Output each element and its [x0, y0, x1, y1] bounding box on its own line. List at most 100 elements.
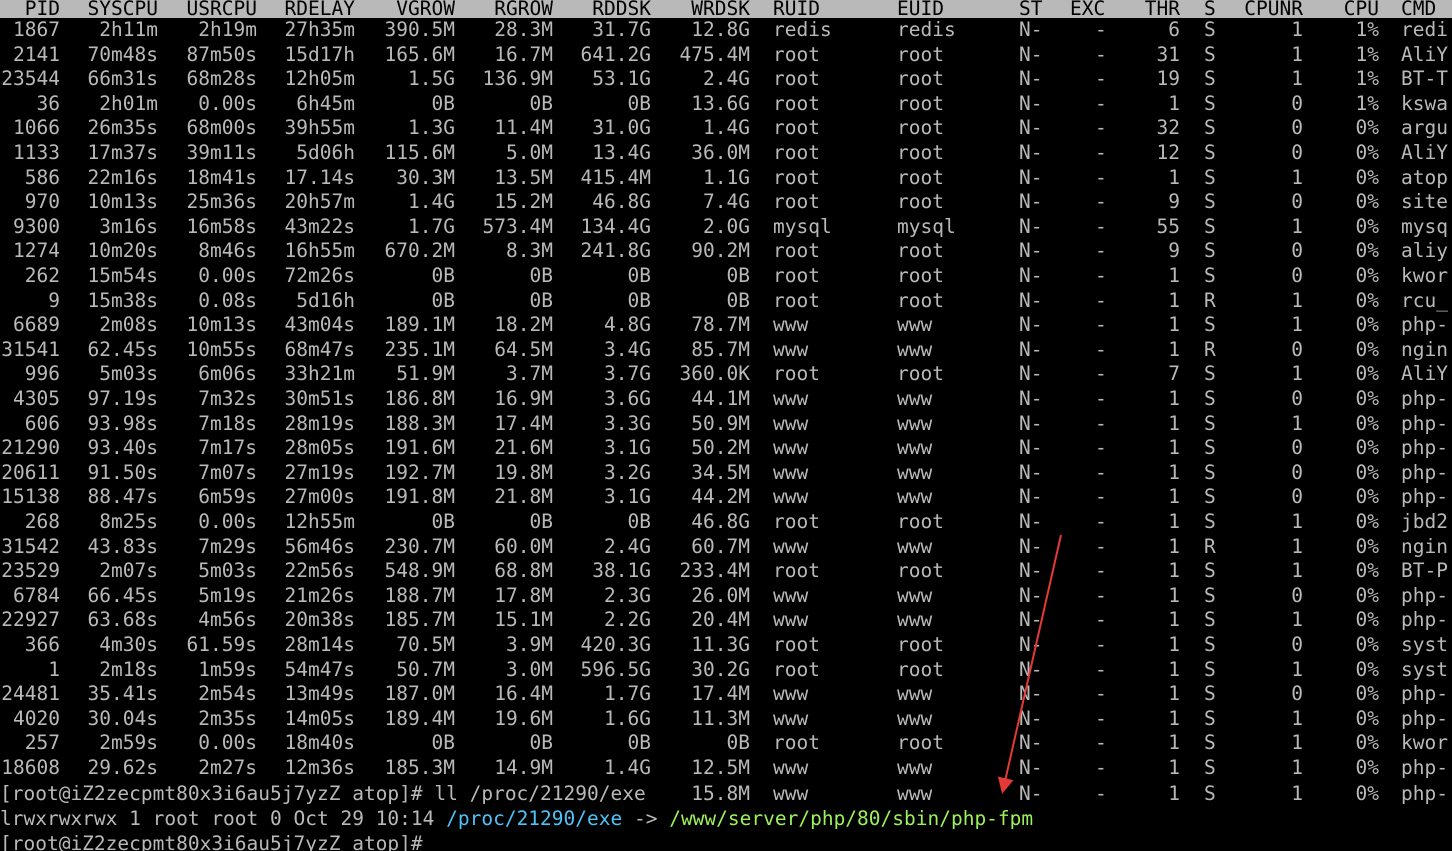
- table-row: 4020 30.04s 2m35s 14m05s 189.4M 19.6M 1.6G 11.3…: [0, 707, 1452, 732]
- cell-usrcpu: 16m58s: [186, 214, 257, 238]
- cell-euid: www: [897, 756, 933, 779]
- cell-usrcpu: 10m55s: [186, 337, 257, 361]
- cell-euid: root: [897, 67, 944, 91]
- cell-rgrow: 16.7M: [494, 42, 553, 66]
- terminal-window[interactable]: PID SYSCPU USRCPU RDELAY VGROW RGROW RDDSK WRDS…: [0, 0, 1452, 851]
- table-row: 262 15m54s 0.00s 72m26s 0B 0B 0B 0B root root N- -1…: [0, 264, 1452, 289]
- cell-cmd: AliY: [1401, 362, 1448, 386]
- cell-cpu: 0%: [1355, 706, 1379, 730]
- cell-usrcpu: 2m35s: [198, 706, 257, 730]
- cell-ruid: root: [773, 510, 820, 533]
- cell-cmd: php-: [1401, 387, 1448, 410]
- cell-st: N-: [1019, 313, 1043, 337]
- cell-rddsk: 3.6G: [604, 387, 651, 410]
- cell-vgrow: 189.1M: [384, 313, 455, 337]
- cell-wrdsk: 11.3G: [691, 633, 750, 656]
- cell-cpu: 0%: [1355, 756, 1379, 779]
- cell-rddsk: 420.3G: [580, 633, 651, 656]
- cell-vgrow: 1.4G: [408, 190, 455, 214]
- table-row: 268 8m25s 0.00s 12h55m 0B 0B 0B 46.8G root root N-…: [0, 510, 1452, 535]
- symlink-target: /www/server/php/80/sbin/php-fpm: [669, 807, 1034, 830]
- cell-rddsk: 0B: [627, 288, 651, 312]
- cell-wrdsk: 360.0K: [679, 362, 750, 386]
- cell-cpu: 0%: [1355, 583, 1379, 607]
- cell-syscpu: 66.45s: [87, 583, 158, 607]
- cell-st: N-: [1019, 485, 1043, 509]
- cell-thr: 9: [1168, 190, 1180, 214]
- shell-prompt[interactable]: [root@iZ2zecpmt80x3i6au5j7yzZ atop]#: [0, 832, 423, 851]
- cell-st: N-: [1019, 411, 1043, 435]
- cell-rgrow: 0B: [529, 264, 553, 287]
- cell-syscpu: 97.19s: [87, 387, 158, 410]
- cell-wrdsk: 60.7M: [691, 534, 750, 558]
- cell-euid: www: [897, 411, 933, 435]
- cell-usrcpu: 0.00s: [198, 731, 257, 755]
- next-prompt-row[interactable]: [root@iZ2zecpmt80x3i6au5j7yzZ atop]#: [0, 832, 1452, 851]
- cell-thr: 1: [1168, 534, 1180, 558]
- cell-usrcpu: 7m17s: [198, 436, 257, 460]
- cell-rgrow: 60.0M: [494, 534, 553, 558]
- cell-rdelay: 18m40s: [284, 731, 355, 755]
- cell-rgrow: 21.6M: [494, 436, 553, 460]
- cell-cpu: 0%: [1355, 214, 1379, 238]
- cell-rgrow: 68.8M: [494, 559, 553, 583]
- command-line-row[interactable]: [root@iZ2zecpmt80x3i6au5j7yzZ atop]# ll …: [0, 782, 1452, 807]
- cell-euid: www: [897, 706, 933, 730]
- cell-rdelay: 5d06h: [296, 141, 355, 164]
- cell-st: N-: [1019, 18, 1043, 41]
- cell-thr: 1: [1168, 608, 1180, 632]
- cell-st: N-: [1019, 657, 1043, 681]
- cell-ruid: www: [773, 436, 809, 460]
- cell-st: N-: [1019, 510, 1043, 533]
- cell-rddsk: 3.1G: [604, 436, 651, 460]
- cell-syscpu: 91.50s: [87, 460, 158, 484]
- cell-ruid: root: [773, 288, 820, 312]
- cell-usrcpu: 5m03s: [198, 559, 257, 583]
- cell-rdelay: 13m49s: [284, 682, 355, 706]
- cell-euid: root: [897, 362, 944, 386]
- cell-cmd: kwor: [1401, 731, 1448, 755]
- cell-vgrow: 51.9M: [396, 362, 455, 386]
- cell-vgrow: 670.2M: [384, 239, 455, 263]
- overwritten-cell-cpu: 0%: [1355, 782, 1379, 805]
- cell-vgrow: 185.3M: [384, 756, 455, 779]
- cell-ruid: root: [773, 165, 820, 189]
- cell-ruid: www: [773, 706, 809, 730]
- cell-cmd: php-: [1401, 682, 1448, 706]
- cell-vgrow: 390.5M: [384, 18, 455, 41]
- cell-rddsk: 241.8G: [580, 239, 651, 263]
- cell-cmd: kswa: [1401, 91, 1448, 115]
- cell-vgrow: 1.7G: [408, 214, 455, 238]
- cell-cpu: 0%: [1355, 264, 1379, 287]
- cell-ruid: root: [773, 116, 820, 140]
- cell-euid: www: [897, 460, 933, 484]
- cell-vgrow: 548.9M: [384, 559, 455, 583]
- cell-euid: www: [897, 387, 933, 410]
- cell-syscpu: 2m07s: [99, 559, 158, 583]
- cell-rddsk: 1.7G: [604, 682, 651, 706]
- cell-cmd: AliY: [1401, 141, 1448, 164]
- table-row: 1133 17m37s 39m11s 5d06h 115.6M 5.0M 13.4G 36.0…: [0, 141, 1452, 166]
- cell-vgrow: 0B: [431, 288, 455, 312]
- cell-wrdsk: 44.1M: [691, 387, 750, 410]
- cell-wrdsk: 50.2M: [691, 436, 750, 460]
- cell-rddsk: 1.4G: [604, 756, 651, 779]
- cell-cpu: 0%: [1355, 116, 1379, 140]
- cell-euid: root: [897, 190, 944, 214]
- cell-cmd: php-: [1401, 436, 1448, 460]
- cell-cpu: 0%: [1355, 731, 1379, 755]
- cell-ruid: www: [773, 534, 809, 558]
- cell-vgrow: 165.6M: [384, 42, 455, 66]
- cell-cmd: BT-T: [1401, 67, 1448, 91]
- cell-rgrow: 19.8M: [494, 460, 553, 484]
- table-row: 1 2m18s 1m59s 54m47s 50.7M 3.0M 596.5G 30.2G roo…: [0, 658, 1452, 683]
- cell-syscpu: 10m13s: [87, 190, 158, 214]
- cell-syscpu: 3m16s: [99, 214, 158, 238]
- cell-thr: 1: [1168, 682, 1180, 706]
- cell-rdelay: 17.14s: [284, 165, 355, 189]
- cell-st: N-: [1019, 141, 1043, 164]
- cell-thr: 1: [1168, 583, 1180, 607]
- cell-usrcpu: 7m07s: [198, 460, 257, 484]
- cell-euid: www: [897, 337, 933, 361]
- cell-rgrow: 0B: [529, 288, 553, 312]
